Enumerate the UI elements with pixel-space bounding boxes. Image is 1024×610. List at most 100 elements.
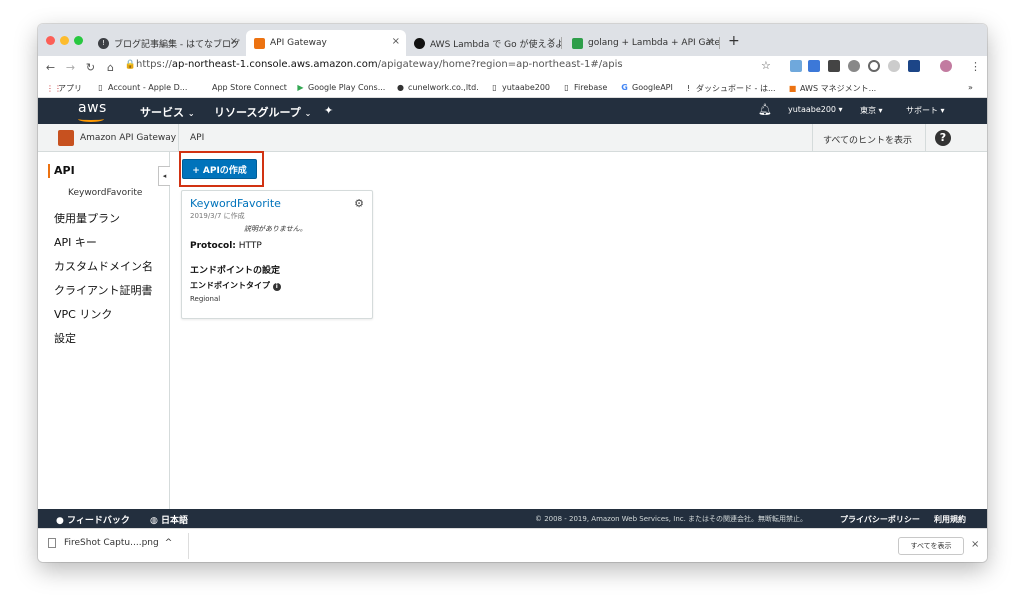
sidebar-collapse-button[interactable]: ◂ (158, 166, 170, 186)
endpoint-type-value: Regional (190, 295, 221, 303)
sidebar-item-api[interactable]: API (54, 164, 75, 177)
bookmark-item[interactable]: ▯ Firebase (562, 83, 607, 92)
url-scheme: https:// (136, 59, 172, 70)
aws-favicon-icon (254, 37, 265, 49)
info-icon[interactable]: i (272, 283, 281, 291)
download-bar: FireShot Captu....png ^ すべてを表示 × (38, 528, 987, 562)
close-window-button[interactable] (46, 36, 55, 45)
window-controls (46, 36, 83, 45)
back-arrow-icon[interactable]: ← (43, 61, 58, 74)
protocol-row: Protocol: HTTP (190, 241, 262, 251)
bookmark-item[interactable]: ▯ yutaabe200 (490, 83, 550, 92)
tab-close-icon[interactable]: × (706, 36, 714, 47)
bookmark-item[interactable]: App Store Connect (200, 83, 287, 92)
github-icon: ● (397, 83, 404, 92)
home-icon[interactable]: ⌂ (103, 61, 118, 74)
sidebar-item-client-certificates[interactable]: クライアント証明書 (54, 282, 153, 298)
endpoint-config-heading: エンドポイントの設定 (190, 266, 281, 276)
reload-icon[interactable]: ↻ (83, 61, 98, 74)
url-field[interactable]: https://ap-northeast-1.console.aws.amazo… (136, 59, 623, 70)
chevron-up-icon[interactable]: ^ (165, 538, 173, 548)
bookmark-item[interactable]: ■ AWS マネジメント... (788, 83, 876, 94)
sidebar-item-usage-plans[interactable]: 使用量プラン (54, 210, 120, 226)
globe-icon: ◍ (150, 516, 158, 526)
support-menu[interactable]: サポート ▾ (906, 105, 945, 116)
tab-close-icon[interactable]: × (392, 36, 400, 47)
created-date: 2019/3/7 に作成 (190, 212, 245, 220)
privacy-policy-link[interactable]: プライバシーポリシー (840, 514, 920, 525)
profile-avatar-icon[interactable] (940, 60, 952, 72)
adblock-off-icon[interactable] (828, 60, 840, 72)
tab-title: golang + Lambda + API Gatew (588, 38, 720, 48)
bookmark-item[interactable]: G GoogleAPI (620, 83, 673, 92)
sidebar: API KeywordFavorite 使用量プラン API キー カスタムドメ… (38, 152, 170, 509)
bell-icon[interactable]: 🔔︎ (758, 103, 772, 116)
more-menu-icon[interactable]: ⋮ (968, 60, 983, 73)
page-icon: ▯ (564, 83, 569, 92)
apple-icon (200, 83, 209, 92)
show-all-downloads-button[interactable]: すべてを表示 (898, 537, 964, 555)
console-footer: ● フィードバック ◍ 日本語 © 2008 - 2019, Amazon We… (38, 509, 987, 528)
bookmark-item[interactable]: ! ダッシュボード - は... (684, 83, 776, 94)
tab-aws-lambda-go[interactable]: AWS Lambda で Go が使えるよ！ × (406, 30, 562, 56)
github-favicon-icon (414, 37, 425, 49)
url-path: /apigateway/home?region=ap-northeast-1#/… (377, 59, 623, 70)
tab-close-icon[interactable]: × (230, 36, 238, 47)
extension-icon[interactable] (908, 60, 920, 72)
tab-close-icon[interactable]: × (548, 36, 556, 47)
close-download-bar-icon[interactable]: × (971, 539, 979, 550)
protocol-value: HTTP (238, 241, 262, 251)
file-icon (48, 538, 56, 548)
aws-console-header: aws サービス ⌄ リソースグループ ⌄ ✦ 🔔︎ yutaabe200 ▾ … (38, 98, 987, 124)
service-name[interactable]: Amazon API Gateway (80, 133, 176, 143)
bookmark-star-icon[interactable]: ☆ (761, 59, 771, 72)
show-hints-button[interactable]: すべてのヒントを表示 (823, 133, 912, 146)
page-icon: ▯ (492, 83, 497, 92)
pin-icon[interactable]: ✦ (324, 104, 333, 117)
bookmarks-more-button[interactable]: » (968, 83, 973, 92)
tab-title: AWS Lambda で Go が使えるよ！ (430, 39, 562, 50)
bookmark-apps[interactable]: ⋮⋮ アプリ (46, 83, 82, 94)
tab-title: ブログ記事編集 - はてなブログ (114, 39, 240, 50)
url-host: ap-northeast-1.console.aws.amazon.com (171, 59, 378, 70)
sidebar-item-api-keys[interactable]: API キー (54, 234, 97, 250)
language-selector[interactable]: ◍ 日本語 (150, 513, 188, 526)
chevron-down-icon: ⌄ (187, 109, 195, 118)
sidebar-item-settings[interactable]: 設定 (54, 330, 76, 346)
maximize-window-button[interactable] (74, 36, 83, 45)
api-name-link[interactable]: KeywordFavorite (190, 197, 281, 210)
tab-golang-lambda[interactable]: golang + Lambda + API Gatew × (564, 30, 720, 56)
download-item[interactable]: FireShot Captu....png ^ (48, 538, 172, 548)
new-tab-button[interactable]: + (728, 33, 740, 49)
minimize-window-button[interactable] (60, 36, 69, 45)
help-icon[interactable]: ? (935, 130, 951, 146)
bookmark-item[interactable]: ▯ Account - Apple D... (96, 83, 187, 92)
api-gateway-service-icon (58, 130, 74, 146)
forward-arrow-icon[interactable]: → (63, 61, 78, 74)
tab-title: API Gateway (270, 38, 327, 48)
chevron-down-icon: ⌄ (304, 109, 312, 118)
sidebar-item-custom-domains[interactable]: カスタムドメイン名 (54, 258, 153, 274)
create-api-button[interactable]: + APIの作成 (182, 159, 257, 179)
region-menu[interactable]: 東京 ▾ (860, 105, 883, 116)
extension-icon[interactable] (848, 60, 860, 72)
feedback-button[interactable]: ● フィードバック (56, 513, 130, 526)
terms-link[interactable]: 利用規約 (934, 514, 966, 525)
user-menu[interactable]: yutaabe200 ▾ (788, 105, 843, 114)
services-menu[interactable]: サービス ⌄ (140, 104, 195, 120)
tab-api-gateway[interactable]: API Gateway × (246, 30, 406, 56)
extension-icon[interactable] (868, 60, 880, 72)
api-description: 説明がありません。 (244, 225, 307, 233)
bookmark-item[interactable]: ● cunelwork.co.,ltd. (396, 83, 479, 92)
bookmark-item[interactable]: ▶ Google Play Cons... (296, 83, 385, 92)
gear-icon[interactable]: ⚙ (354, 197, 364, 210)
extension-icon[interactable] (790, 60, 802, 72)
aws-logo[interactable]: aws (78, 100, 107, 116)
hatena-favicon-icon: ! (98, 37, 109, 49)
extension-icon[interactable] (808, 60, 820, 72)
sidebar-item-keywordfavorite[interactable]: KeywordFavorite (68, 188, 142, 198)
sidebar-item-vpc-links[interactable]: VPC リンク (54, 306, 112, 322)
extension-icon[interactable] (888, 60, 900, 72)
resource-groups-menu[interactable]: リソースグループ ⌄ (214, 104, 311, 120)
tab-hatena-blog[interactable]: ! ブログ記事編集 - はてなブログ × (90, 30, 244, 56)
